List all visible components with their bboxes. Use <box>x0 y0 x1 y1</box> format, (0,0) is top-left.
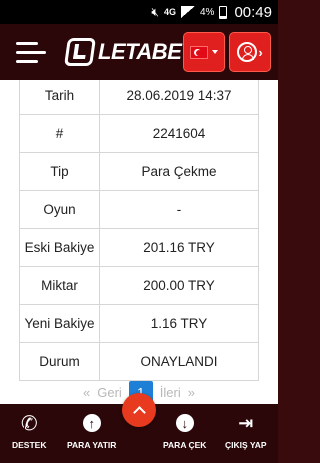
table-row: Durum ONAYLANDI <box>19 342 259 381</box>
row-value: ONAYLANDI <box>99 342 259 381</box>
network-type: 4G <box>163 7 176 17</box>
logo-mark-icon <box>64 38 96 66</box>
logout-icon: ⇥ <box>238 412 254 433</box>
row-label: Tarih <box>19 80 100 115</box>
app-header: LETABET › <box>0 24 278 80</box>
row-value: 2241604 <box>99 114 259 153</box>
clock: 00:49 <box>234 3 272 21</box>
nav-logout-label: ÇIKIŞ YAP <box>225 440 267 450</box>
chevron-right-icon: › <box>258 44 263 60</box>
scroll-top-button[interactable] <box>122 393 156 427</box>
nav-logout[interactable]: ⇥ ÇIKIŞ YAP <box>225 412 267 451</box>
site-logo[interactable]: LETABET <box>64 36 195 68</box>
language-selector-button[interactable] <box>183 32 225 72</box>
nav-support[interactable]: ✆ DESTEK <box>12 412 47 451</box>
row-label: Oyun <box>19 190 100 229</box>
table-row: Eski Bakiye 201.16 TRY <box>19 228 259 267</box>
table-row: Oyun - <box>19 190 259 229</box>
row-value: 28.06.2019 14:37 <box>99 80 259 115</box>
nav-deposit-label: PARA YATIR <box>67 440 117 450</box>
row-value: Para Çekme <box>99 152 259 191</box>
pager-first[interactable]: « <box>83 385 90 400</box>
transaction-table: Tarih 28.06.2019 14:37 #2241604 Tip Para Çek… <box>19 80 259 381</box>
status-bar: 🔇︎ 4G 4% 00:49 <box>0 0 278 24</box>
phone-icon: ✆ <box>20 412 38 435</box>
table-row: #2241604 <box>19 114 259 153</box>
pager-prev[interactable]: Geri <box>97 385 122 400</box>
row-label: Durum <box>19 342 100 381</box>
row-label: Yeni Bakiye <box>19 304 100 343</box>
logo-text: LETABET <box>98 39 195 64</box>
nav-withdraw[interactable]: ↓ PARA ÇEK <box>163 412 206 450</box>
battery-icon <box>219 5 228 19</box>
mute-icon: 🔇︎ <box>151 4 159 19</box>
table-row: Tarih 28.06.2019 14:37 <box>19 80 259 115</box>
pager-last[interactable]: » <box>188 385 195 400</box>
user-icon <box>237 42 258 62</box>
arrow-up-circle-icon: ↑ <box>82 412 101 434</box>
table-row: Tip Para Çekme <box>19 152 259 191</box>
battery-percent: 4% <box>200 6 215 18</box>
transaction-detail: Tarih 28.06.2019 14:37 #2241604 Tip Para Çek… <box>0 80 278 404</box>
row-label: Miktar <box>19 266 100 305</box>
row-label: Eski Bakiye <box>19 228 100 267</box>
turkey-flag-icon <box>190 45 208 59</box>
pager-next[interactable]: İleri <box>160 385 181 400</box>
arrow-down-circle-icon: ↓ <box>175 412 194 434</box>
row-value: 1.16 TRY <box>99 304 259 343</box>
row-label: Tip <box>19 152 100 191</box>
nav-deposit[interactable]: ↑ PARA YATIR <box>67 412 116 450</box>
table-row: Yeni Bakiye 1.16 TRY <box>19 304 259 343</box>
hamburger-icon[interactable] <box>16 40 46 66</box>
signal-icon <box>181 6 195 18</box>
chevron-up-icon <box>132 405 146 419</box>
caret-down-icon <box>212 50 218 54</box>
row-label: # <box>19 114 100 153</box>
row-value: 200.00 TRY <box>99 266 259 305</box>
nav-support-label: DESTEK <box>12 440 47 450</box>
nav-withdraw-label: PARA ÇEK <box>163 440 207 450</box>
row-value: 201.16 TRY <box>99 228 259 267</box>
row-value: - <box>99 190 259 229</box>
table-row: Miktar 200.00 TRY <box>19 266 259 305</box>
account-button[interactable]: › <box>229 32 271 72</box>
